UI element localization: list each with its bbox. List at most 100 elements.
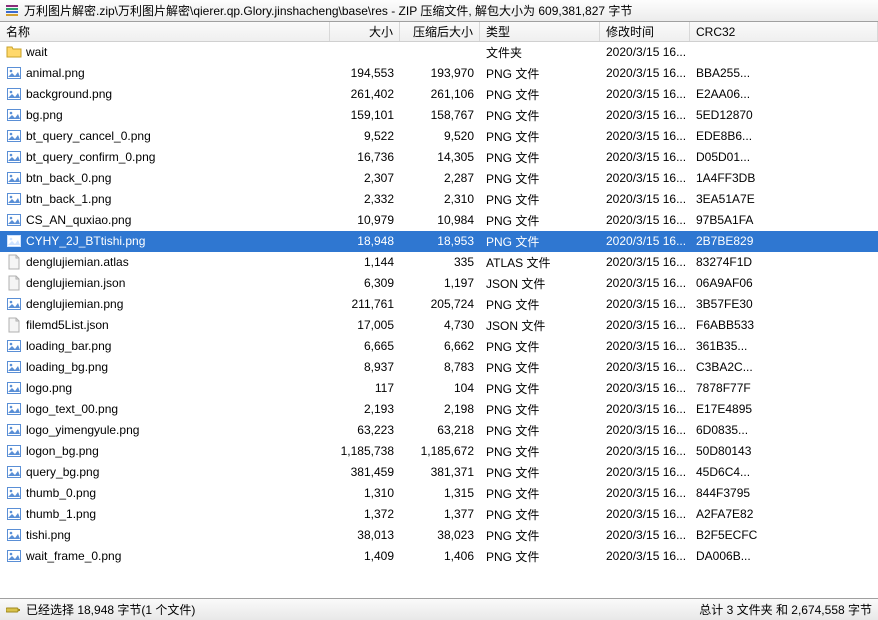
file-packed-size: 1,197 bbox=[400, 276, 480, 290]
file-crc: 50D80143 bbox=[690, 444, 878, 458]
table-row[interactable]: btn_back_0.png2,3072,287PNG 文件2020/3/15 … bbox=[0, 168, 878, 189]
table-row[interactable]: thumb_1.png1,3721,377PNG 文件2020/3/15 16.… bbox=[0, 504, 878, 525]
file-name: query_bg.png bbox=[26, 465, 99, 479]
table-row[interactable]: denglujiemian.json6,3091,197JSON 文件2020/… bbox=[0, 273, 878, 294]
file-size: 117 bbox=[330, 381, 400, 395]
file-mtime: 2020/3/15 16... bbox=[600, 444, 690, 458]
file-packed-size: 8,783 bbox=[400, 360, 480, 374]
table-row[interactable]: logo.png117104PNG 文件2020/3/15 16...7878F… bbox=[0, 378, 878, 399]
table-row[interactable]: filemd5List.json17,0054,730JSON 文件2020/3… bbox=[0, 315, 878, 336]
table-row[interactable]: denglujiemian.atlas1,144335ATLAS 文件2020/… bbox=[0, 252, 878, 273]
table-row[interactable]: loading_bg.png8,9378,783PNG 文件2020/3/15 … bbox=[0, 357, 878, 378]
file-mtime: 2020/3/15 16... bbox=[600, 129, 690, 143]
file-size: 1,310 bbox=[330, 486, 400, 500]
file-packed-size: 2,310 bbox=[400, 192, 480, 206]
file-name: denglujiemian.png bbox=[26, 297, 123, 311]
col-header-crc[interactable]: CRC32 bbox=[690, 22, 878, 41]
file-type: PNG 文件 bbox=[480, 212, 600, 229]
file-mtime: 2020/3/15 16... bbox=[600, 402, 690, 416]
image-icon bbox=[6, 359, 22, 375]
file-name: bg.png bbox=[26, 108, 63, 122]
file-type: PNG 文件 bbox=[480, 527, 600, 544]
col-header-packed[interactable]: 压缩后大小 bbox=[400, 22, 480, 41]
table-row[interactable]: btn_back_1.png2,3322,310PNG 文件2020/3/15 … bbox=[0, 189, 878, 210]
col-header-type[interactable]: 类型 bbox=[480, 22, 600, 41]
file-mtime: 2020/3/15 16... bbox=[600, 45, 690, 59]
file-crc: B2F5ECFC bbox=[690, 528, 878, 542]
image-icon bbox=[6, 506, 22, 522]
file-crc: BBA255... bbox=[690, 66, 878, 80]
col-header-size[interactable]: 大小 bbox=[330, 22, 400, 41]
file-type: JSON 文件 bbox=[480, 317, 600, 334]
table-row[interactable]: wait文件夹2020/3/15 16... bbox=[0, 42, 878, 63]
file-name: bt_query_confirm_0.png bbox=[26, 150, 155, 164]
table-row[interactable]: logon_bg.png1,185,7381,185,672PNG 文件2020… bbox=[0, 441, 878, 462]
image-icon bbox=[6, 107, 22, 123]
table-row[interactable]: background.png261,402261,106PNG 文件2020/3… bbox=[0, 84, 878, 105]
file-crc: 3B57FE30 bbox=[690, 297, 878, 311]
image-icon bbox=[6, 65, 22, 81]
table-row[interactable]: loading_bar.png6,6656,662PNG 文件2020/3/15… bbox=[0, 336, 878, 357]
file-type: PNG 文件 bbox=[480, 422, 600, 439]
table-row[interactable]: CYHY_2J_BTtishi.png18,94818,953PNG 文件202… bbox=[0, 231, 878, 252]
status-right: 总计 3 文件夹 和 2,674,558 字节 bbox=[699, 601, 872, 618]
file-size: 2,307 bbox=[330, 171, 400, 185]
file-packed-size: 205,724 bbox=[400, 297, 480, 311]
image-icon bbox=[6, 548, 22, 564]
file-packed-size: 1,377 bbox=[400, 507, 480, 521]
file-mtime: 2020/3/15 16... bbox=[600, 528, 690, 542]
file-size: 211,761 bbox=[330, 297, 400, 311]
file-crc: D05D01... bbox=[690, 150, 878, 164]
col-header-mtime[interactable]: 修改时间 bbox=[600, 22, 690, 41]
file-mtime: 2020/3/15 16... bbox=[600, 171, 690, 185]
file-type: PNG 文件 bbox=[480, 149, 600, 166]
file-size: 1,185,738 bbox=[330, 444, 400, 458]
file-mtime: 2020/3/15 16... bbox=[600, 150, 690, 164]
table-row[interactable]: thumb_0.png1,3101,315PNG 文件2020/3/15 16.… bbox=[0, 483, 878, 504]
file-size: 1,144 bbox=[330, 255, 400, 269]
table-row[interactable]: bg.png159,101158,767PNG 文件2020/3/15 16..… bbox=[0, 105, 878, 126]
file-crc: E17E4895 bbox=[690, 402, 878, 416]
file-crc: EDE8B6... bbox=[690, 129, 878, 143]
file-name: CYHY_2J_BTtishi.png bbox=[26, 234, 145, 248]
file-packed-size: 193,970 bbox=[400, 66, 480, 80]
col-header-name[interactable]: 名称 bbox=[0, 22, 330, 41]
file-name: denglujiemian.json bbox=[26, 276, 125, 290]
file-packed-size: 381,371 bbox=[400, 465, 480, 479]
table-row[interactable]: query_bg.png381,459381,371PNG 文件2020/3/1… bbox=[0, 462, 878, 483]
file-size: 2,332 bbox=[330, 192, 400, 206]
file-mtime: 2020/3/15 16... bbox=[600, 297, 690, 311]
file-icon bbox=[6, 254, 22, 270]
file-packed-size: 9,520 bbox=[400, 129, 480, 143]
file-name: logon_bg.png bbox=[26, 444, 99, 458]
image-icon bbox=[6, 422, 22, 438]
file-size: 194,553 bbox=[330, 66, 400, 80]
table-row[interactable]: bt_query_confirm_0.png16,73614,305PNG 文件… bbox=[0, 147, 878, 168]
file-name: wait_frame_0.png bbox=[26, 549, 121, 563]
file-type: PNG 文件 bbox=[480, 548, 600, 565]
file-mtime: 2020/3/15 16... bbox=[600, 234, 690, 248]
file-size: 261,402 bbox=[330, 87, 400, 101]
file-icon bbox=[6, 275, 22, 291]
file-name: loading_bg.png bbox=[26, 360, 108, 374]
file-list[interactable]: wait文件夹2020/3/15 16...animal.png194,5531… bbox=[0, 42, 878, 598]
table-row[interactable]: animal.png194,553193,970PNG 文件2020/3/15 … bbox=[0, 63, 878, 84]
file-type: PNG 文件 bbox=[480, 401, 600, 418]
file-size: 18,948 bbox=[330, 234, 400, 248]
table-row[interactable]: logo_yimengyule.png63,22363,218PNG 文件202… bbox=[0, 420, 878, 441]
file-crc: 83274F1D bbox=[690, 255, 878, 269]
file-packed-size: 104 bbox=[400, 381, 480, 395]
image-icon bbox=[6, 212, 22, 228]
folder-icon bbox=[6, 44, 22, 60]
table-row[interactable]: tishi.png38,01338,023PNG 文件2020/3/15 16.… bbox=[0, 525, 878, 546]
file-type: PNG 文件 bbox=[480, 296, 600, 313]
file-mtime: 2020/3/15 16... bbox=[600, 255, 690, 269]
table-row[interactable]: CS_AN_quxiao.png10,97910,984PNG 文件2020/3… bbox=[0, 210, 878, 231]
file-size: 381,459 bbox=[330, 465, 400, 479]
file-size: 9,522 bbox=[330, 129, 400, 143]
table-row[interactable]: bt_query_cancel_0.png9,5229,520PNG 文件202… bbox=[0, 126, 878, 147]
table-row[interactable]: logo_text_00.png2,1932,198PNG 文件2020/3/1… bbox=[0, 399, 878, 420]
file-packed-size: 1,315 bbox=[400, 486, 480, 500]
table-row[interactable]: denglujiemian.png 211,761205,724PNG 文件202… bbox=[0, 294, 878, 315]
table-row[interactable]: wait_frame_0.png1,4091,406PNG 文件2020/3/1… bbox=[0, 546, 878, 567]
